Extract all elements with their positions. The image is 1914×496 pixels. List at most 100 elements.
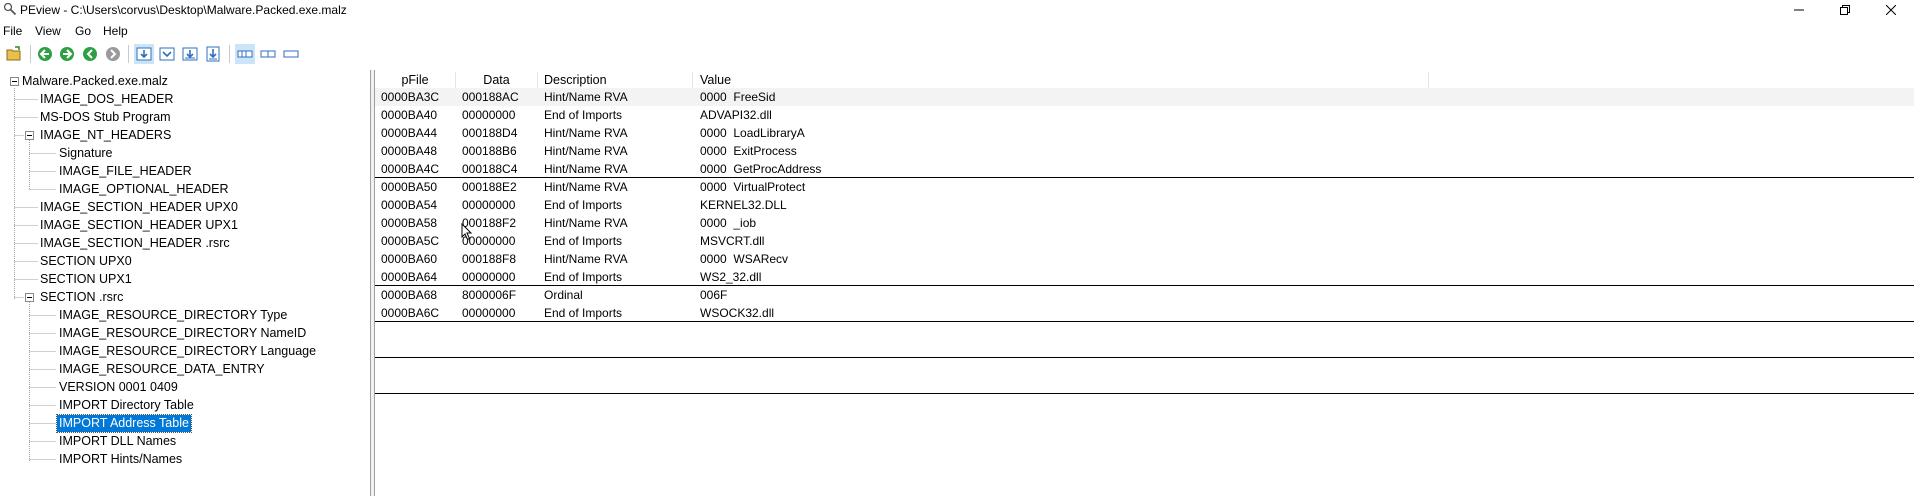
column-header-row: pFile Data Description Value	[375, 70, 1914, 90]
cell-description: Hint/Name RVA	[544, 252, 628, 266]
table-row[interactable]: 0000BA54 00000000 End of Imports KERNEL32.D…	[375, 196, 1914, 214]
cell-data: 00000000	[462, 108, 516, 122]
group-separator	[375, 285, 1914, 286]
table-row[interactable]: 0000BA44 000188D4 Hint/Name RVA 0000 LoadLi…	[375, 124, 1914, 142]
column-header-pfile[interactable]: pFile	[375, 72, 456, 88]
table-row[interactable]: 0000BA48 000188B6 Hint/Name RVA 0000 ExitPr…	[375, 142, 1914, 160]
cell-description: Hint/Name RVA	[544, 90, 628, 104]
next-button[interactable]	[103, 44, 123, 64]
cell-description: End of Imports	[544, 234, 623, 248]
table-row[interactable]: 0000BA40 00000000 End of Imports ADVAPI32.d…	[375, 106, 1914, 124]
tree-item-resource-dir-type[interactable]: IMAGE_RESOURCE_DIRECTORY Type	[59, 307, 287, 324]
table-row[interactable]: 0000BA58 000188F2 Hint/Name RVA 0000 _iob	[375, 214, 1914, 232]
menu-view[interactable]: View	[35, 24, 61, 38]
minimize-icon	[1794, 9, 1804, 11]
tree-item-section-header-rsrc[interactable]: IMAGE_SECTION_HEADER .rsrc	[40, 235, 230, 252]
cell-pfile: 0000BA48	[381, 144, 438, 158]
tree-pane[interactable]: Malware.Packed.exe.malz IMAGE_DOS_HEADER…	[0, 70, 371, 496]
cell-data: 000188C4	[462, 162, 518, 176]
tree-item-resource-data-entry[interactable]: IMAGE_RESOURCE_DATA_ENTRY	[59, 361, 265, 378]
cell-value: 0000 VirtualProtect	[700, 180, 806, 194]
table-row[interactable]: 0000BA5C 00000000 End of Imports MSVCRT.dll	[375, 232, 1914, 250]
restore-icon	[1840, 5, 1850, 15]
view-word-button[interactable]	[157, 44, 177, 64]
minimize-button[interactable]	[1776, 0, 1822, 20]
tree-item-dos-stub[interactable]: MS-DOS Stub Program	[40, 109, 171, 126]
open-icon	[6, 46, 21, 61]
cell-value: WSOCK32.dll	[700, 306, 775, 320]
tree-item-section-header-upx1[interactable]: IMAGE_SECTION_HEADER UPX1	[40, 217, 238, 234]
ascii-view-button[interactable]	[258, 44, 278, 64]
view-dword-icon	[182, 47, 198, 61]
cell-data: 00000000	[462, 198, 516, 212]
view-qword-icon	[206, 46, 220, 62]
cell-pfile: 0000BA64	[381, 270, 438, 284]
column-header-data[interactable]: Data	[456, 72, 538, 88]
menu-help[interactable]: Help	[103, 24, 128, 38]
back-icon	[38, 47, 52, 61]
group-separator	[375, 321, 1914, 322]
tree-item-section-upx0[interactable]: SECTION UPX0	[40, 253, 132, 270]
previous-button[interactable]	[80, 44, 100, 64]
table-row[interactable]: 0000BA4C 000188C4 Hint/Name RVA 0000 GetPro…	[375, 160, 1914, 178]
cell-value: 0000 LoadLibraryA	[700, 126, 805, 140]
tree-item-import-dll-names[interactable]: IMPORT DLL Names	[59, 433, 176, 450]
cell-value: MSVCRT.dll	[700, 234, 765, 248]
cell-pfile: 0000BA6C	[381, 306, 440, 320]
tree-item-import-hints-names[interactable]: IMPORT Hints/Names	[59, 451, 182, 468]
title-bar: PEview - C:\Users\corvus\Desktop\Malware…	[0, 0, 1914, 20]
cell-data: 000188AC	[462, 90, 519, 104]
tree-item-optional-header[interactable]: IMAGE_OPTIONAL_HEADER	[59, 181, 229, 198]
hex-view-icon	[237, 50, 253, 58]
menu-go[interactable]: Go	[75, 24, 91, 38]
tree-item-section-upx1[interactable]: SECTION UPX1	[40, 271, 132, 288]
restore-button[interactable]	[1822, 0, 1868, 20]
cell-value: 0000 WSARecv	[700, 252, 789, 266]
tree-item-section-header-upx0[interactable]: IMAGE_SECTION_HEADER UPX0	[40, 199, 238, 216]
view-word-icon	[159, 47, 175, 61]
table-row[interactable]: 0000BA50 000188E2 Hint/Name RVA 0000 Virtua…	[375, 178, 1914, 196]
toolbar	[0, 42, 1914, 68]
tree-item-import-address-table[interactable]: IMPORT Address Table	[56, 414, 192, 433]
view-byte-button[interactable]	[134, 44, 154, 64]
cell-value: 0000 FreeSid	[700, 90, 776, 104]
table-row[interactable]: 0000BA6C 00000000 End of Imports WSOCK32.dl…	[375, 304, 1914, 322]
cell-description: End of Imports	[544, 198, 623, 212]
tree-item-section-rsrc[interactable]: SECTION .rsrc	[40, 289, 123, 306]
cell-data: 000188B6	[462, 144, 517, 158]
open-button[interactable]	[4, 44, 24, 64]
tree-item-resource-dir-language[interactable]: IMAGE_RESOURCE_DIRECTORY Language	[59, 343, 316, 360]
next-icon	[106, 47, 120, 61]
back-button[interactable]	[35, 44, 55, 64]
menu-bar: File View Go Help	[0, 20, 1914, 40]
view-dword-button[interactable]	[180, 44, 200, 64]
cell-data: 8000006F	[462, 288, 517, 302]
forward-icon	[60, 47, 74, 61]
both-view-button[interactable]	[281, 44, 301, 64]
table-row[interactable]: 0000BA3C 000188AC Hint/Name RVA 0000 FreeSi…	[375, 88, 1914, 106]
import-table-list[interactable]: pFile Data Description Value 0000BA3C 000…	[374, 70, 1914, 496]
table-row[interactable]: 0000BA64 00000000 End of Imports WS2_32.dll	[375, 268, 1914, 286]
tree-item-nt-headers[interactable]: IMAGE_NT_HEADERS	[40, 127, 171, 144]
close-button[interactable]	[1868, 0, 1914, 20]
menu-file[interactable]: File	[3, 24, 22, 38]
cell-pfile: 0000BA4C	[381, 162, 440, 176]
table-row[interactable]: 0000BA68 8000006F Ordinal 006F	[375, 286, 1914, 304]
collapse-nt-headers-icon	[25, 131, 34, 140]
cell-description: Hint/Name RVA	[544, 144, 628, 158]
tree-item-dos-header[interactable]: IMAGE_DOS_HEADER	[40, 91, 173, 108]
table-row[interactable]: 0000BA60 000188F8 Hint/Name RVA 0000 WSARec…	[375, 250, 1914, 268]
tree-item-resource-dir-nameid[interactable]: IMAGE_RESOURCE_DIRECTORY NameID	[59, 325, 306, 342]
forward-button[interactable]	[57, 44, 77, 64]
tree-item-file-header[interactable]: IMAGE_FILE_HEADER	[59, 163, 192, 180]
tree-item-import-directory-table[interactable]: IMPORT Directory Table	[59, 397, 194, 414]
cell-description: Hint/Name RVA	[544, 216, 628, 230]
cell-pfile: 0000BA68	[381, 288, 438, 302]
tree-root[interactable]: Malware.Packed.exe.malz	[22, 73, 168, 90]
column-header-value[interactable]: Value	[694, 72, 1429, 88]
hex-view-button[interactable]	[235, 44, 255, 64]
tree-item-version[interactable]: VERSION 0001 0409	[59, 379, 178, 396]
column-header-description[interactable]: Description	[538, 72, 693, 88]
tree-item-signature[interactable]: Signature	[59, 145, 113, 162]
view-qword-button[interactable]	[203, 44, 223, 64]
